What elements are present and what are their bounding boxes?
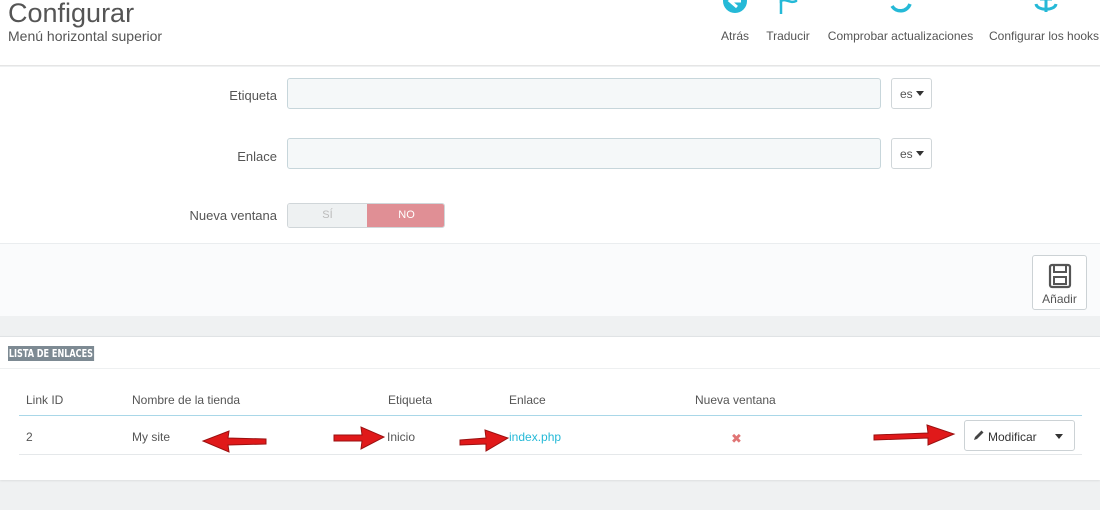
flag-icon [779,0,798,14]
chevron-down-icon [915,151,924,156]
refresh-icon [890,3,912,13]
column-header-new-window: Nueva ventana [695,393,776,407]
divider [0,368,1100,369]
panel-heading: LISTA DE ENLACES [8,346,94,361]
column-header-link: Enlace [509,393,546,407]
back-arrow-circle-icon [723,0,747,13]
new-window-switch[interactable]: SÍ NO [287,203,445,228]
check-updates-label: Comprobar actualizaciones [827,29,974,43]
link-lang-dropdown[interactable]: es [891,138,932,169]
close-icon: ✖ [731,431,742,446]
chevron-down-icon [915,91,924,96]
links-list-panel: LISTA DE ENLACES Link ID Nombre de la ti… [0,336,1100,480]
modify-button[interactable]: Modificar [964,420,1075,451]
new-window-label: Nueva ventana [189,208,277,223]
annotation-arrow-left [201,430,267,453]
annotation-arrow-right [873,424,956,446]
anchor-icon [1034,0,1058,12]
label-lang-dropdown[interactable]: es [891,78,932,109]
add-button[interactable]: Añadir [1032,255,1087,310]
cell-label: Inicio [387,430,416,444]
column-header-link-id: Link ID [26,393,64,407]
link-field-label: Enlace [237,149,277,164]
switch-no-option[interactable]: NO [367,204,444,227]
page-title: Configurar [8,0,135,28]
label-input[interactable] [287,78,881,109]
annotation-arrow-right [459,429,510,452]
form-footer: Añadir [0,243,1100,316]
annotation-arrow-right [333,426,386,450]
column-header-shop-name: Nombre de la tienda [132,393,241,407]
modify-button-label: Modificar [988,430,1037,444]
link-lang-value: es [900,147,913,161]
column-header-label: Etiqueta [388,393,433,407]
page-header: Configurar Menú horizontal superior Atrá… [0,0,1100,66]
configure-hooks-label: Configurar los hooks [989,29,1100,43]
cell-link-id: 2 [26,430,33,444]
page-subtitle: Menú horizontal superior [8,28,163,44]
translate-label: Traducir [766,29,810,43]
translate-button[interactable]: Traducir [762,0,814,44]
configure-hooks-button[interactable]: Configurar los hooks [989,0,1100,44]
cell-link[interactable]: index.php [509,430,561,444]
back-button[interactable]: Atrás [717,0,753,44]
chevron-down-icon[interactable] [1055,434,1063,439]
save-icon [1048,263,1072,289]
pencil-icon [974,430,984,440]
cell-shop-name: My site [132,430,171,444]
switch-yes-option[interactable]: SÍ [288,204,367,227]
back-label: Atrás [720,29,749,43]
label-lang-value: es [900,87,913,101]
add-button-label: Añadir [1042,292,1077,306]
check-updates-button[interactable]: Comprobar actualizaciones [823,0,978,44]
label-field-label: Etiqueta [229,88,277,103]
add-link-form: Etiqueta es Enlace es Nueva ventana SÍ N… [0,67,1100,316]
link-input[interactable] [287,138,881,169]
